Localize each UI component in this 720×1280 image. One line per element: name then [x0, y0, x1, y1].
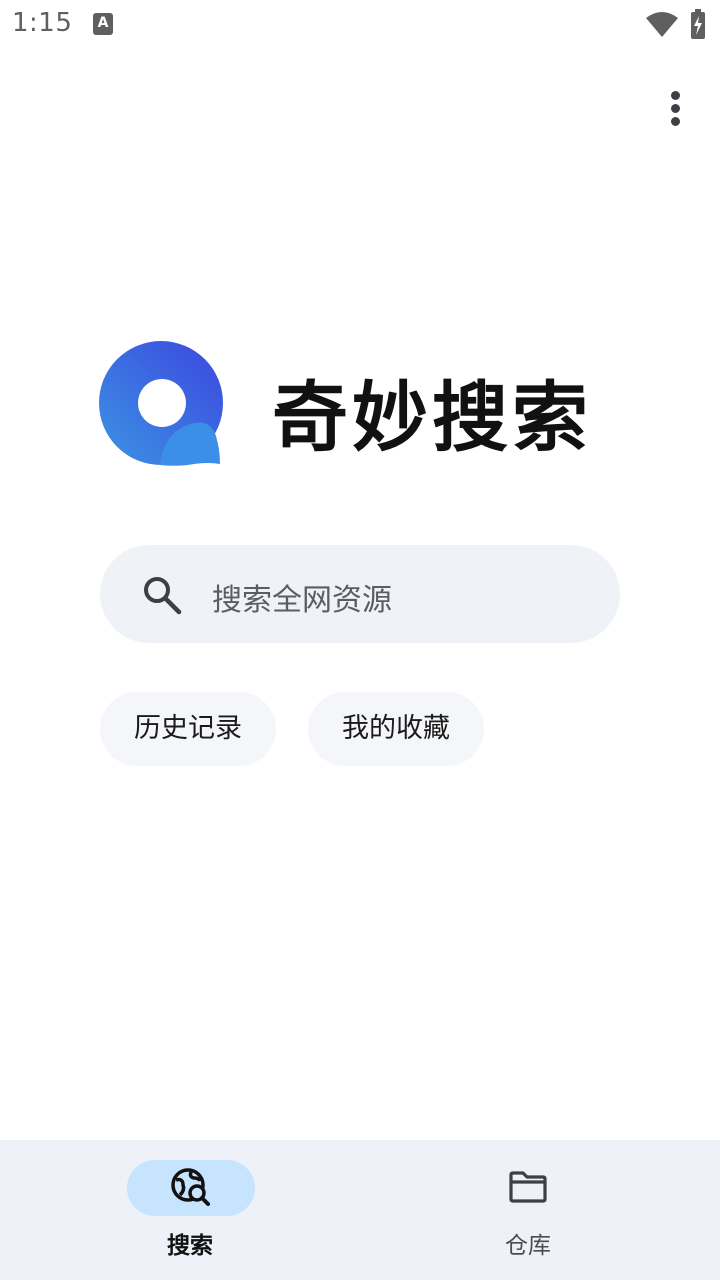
more-dot-icon	[671, 117, 680, 126]
more-dot-icon	[671, 104, 680, 113]
status-time: 1:15	[12, 8, 73, 38]
wifi-icon	[646, 12, 678, 37]
app-logo-icon	[99, 341, 223, 466]
battery-charging-icon	[691, 9, 705, 39]
nav-tab-repository[interactable]: 仓库	[360, 1140, 720, 1280]
more-dot-icon	[671, 91, 680, 100]
globe-search-icon	[171, 1168, 210, 1206]
history-chip[interactable]: 历史记录	[100, 692, 276, 766]
more-options-button[interactable]	[656, 84, 696, 132]
text-notification-icon: A	[93, 13, 113, 35]
nav-tab-search[interactable]: 搜索	[0, 1140, 360, 1280]
app-title: 奇妙搜索	[272, 373, 592, 462]
search-placeholder: 搜索全网资源	[212, 583, 392, 618]
nav-label-repository: 仓库	[505, 1233, 551, 1259]
screen: 1:15 A 奇妙搜索 搜索全网资源 历史记录 我的收藏 搜索 仓库	[0, 0, 720, 1280]
favorites-chip[interactable]: 我的收藏	[308, 692, 484, 766]
search-input[interactable]: 搜索全网资源	[100, 545, 620, 643]
bottom-navigation: 搜索 仓库	[0, 1140, 720, 1280]
folder-icon	[509, 1171, 547, 1203]
search-icon	[144, 577, 182, 615]
nav-label-search: 搜索	[167, 1233, 213, 1259]
status-bar: 1:15 A	[0, 0, 720, 50]
